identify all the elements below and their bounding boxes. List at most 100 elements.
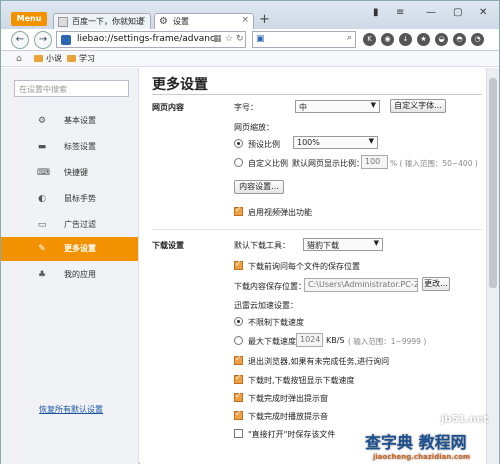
sidebar-item-label: 基本设置	[64, 116, 96, 125]
watermark: jb51.net	[441, 414, 488, 425]
sidebar-item-tabs[interactable]: ▬ 标签设置	[1, 135, 138, 159]
sidebar-item-apps[interactable]: ♣ 我的应用	[1, 263, 138, 287]
page-icon[interactable]: ▦	[213, 34, 222, 44]
popup-video-checkbox[interactable]	[234, 205, 243, 216]
tab-baidu[interactable]: 百度一下，你就知道 ×	[53, 13, 151, 29]
zoom-label: 网页缩放：	[234, 123, 274, 132]
custom-zoom-input[interactable]: 100	[361, 155, 388, 169]
select-value: 猎豹下载	[307, 241, 339, 250]
bookmarks-bar: ⌂ 小说 学习	[1, 51, 499, 67]
back-button[interactable]: ←	[11, 31, 29, 49]
done-sound-label: 下载完成时播放提示音	[248, 412, 328, 421]
more-icon[interactable]: ◔	[471, 33, 484, 46]
max-speed-radio[interactable]	[234, 336, 243, 345]
settings-content: 更多设置 网页内容 字号： 中 ▼ 自定义字体... 网页缩放： 预设比例 10…	[140, 68, 486, 464]
preset-zoom-label: 预设比例	[248, 140, 280, 149]
done-popup-checkbox[interactable]	[234, 391, 243, 402]
change-location-button[interactable]: 更改...	[422, 277, 450, 291]
scrollbar[interactable]	[486, 68, 499, 464]
sidebar-item-label: 鼠标手势	[64, 194, 96, 203]
search-icon[interactable]: ⌕	[347, 33, 352, 43]
sidebar-item-basic[interactable]: ⚙ 基本设置	[1, 109, 138, 133]
font-size-label: 字号：	[234, 103, 258, 112]
sidebar-item-adblock[interactable]: ▭ 广告过滤	[1, 213, 138, 237]
done-sound-checkbox[interactable]	[234, 409, 243, 420]
address-url: liebao://settings-frame/advanc	[77, 34, 215, 44]
settings-search-input[interactable]: 在设置中搜索	[14, 80, 129, 97]
scrollbar-thumb[interactable]	[489, 78, 497, 288]
divider	[152, 229, 482, 230]
download-tool-select[interactable]: 猎豹下载 ▼	[303, 238, 383, 251]
star-icon[interactable]: ★	[417, 33, 430, 46]
forward-button[interactable]: →	[34, 31, 52, 49]
show-speed-checkbox[interactable]	[234, 373, 243, 384]
section-download: 下载设置	[152, 241, 184, 250]
home-icon[interactable]: ⌂	[16, 54, 22, 64]
section-web-content: 网页内容	[152, 103, 184, 112]
menu-icon[interactable]: ≡	[396, 7, 404, 18]
download-icon[interactable]: ↓	[399, 33, 412, 46]
browser-window: Menu 百度一下，你就知道 × ⚙ 设置 × + ▮ ≡ — ▢ ✕ ← → …	[0, 0, 500, 464]
speed-heading: 迅雷云加速设置：	[234, 301, 298, 310]
exit-ask-checkbox[interactable]	[234, 354, 243, 365]
k-icon[interactable]: K	[363, 33, 376, 46]
tab-settings[interactable]: ⚙ 设置 ×	[154, 13, 254, 29]
watermark: jiaocheng.chazidian.com	[373, 453, 471, 461]
star-icon[interactable]: ☆	[225, 34, 233, 44]
sidebar-item-gestures[interactable]: ◐ 鼠标手势	[1, 187, 138, 211]
custom-font-button[interactable]: 自定义字体...	[390, 99, 446, 113]
max-speed-unit: KB/S	[326, 336, 345, 345]
apps-icon: ♣	[37, 270, 47, 280]
search-input[interactable]: ▣ ⌕	[252, 31, 356, 48]
close-window-icon[interactable]: ✕	[479, 7, 487, 18]
font-size-select[interactable]: 中 ▼	[295, 100, 380, 113]
preset-zoom-radio[interactable]	[234, 139, 243, 148]
menu-button[interactable]: Menu	[11, 12, 47, 26]
bookmark-folder[interactable]: 小说	[34, 53, 62, 64]
gear-icon: ⚙	[37, 116, 47, 126]
skin-icon[interactable]: ▮	[373, 7, 379, 18]
tab-icon: ▬	[37, 142, 47, 152]
settings-sidebar: 在设置中搜索 ⚙ 基本设置 ▬ 标签设置 ⌨ 快捷键 ◐ 鼠标手势 ▭ 广告过滤…	[1, 68, 139, 464]
gear-icon: ⚙	[159, 16, 168, 27]
close-icon[interactable]: ×	[138, 15, 146, 25]
direct-open-checkbox[interactable]	[234, 429, 243, 438]
cloud-icon[interactable]: ◓	[453, 33, 466, 46]
close-icon[interactable]: ×	[241, 15, 249, 25]
watermark: 查字典 教程网	[365, 433, 467, 452]
wrench-icon: ✎	[38, 244, 46, 254]
sidebar-item-label: 快捷键	[64, 168, 88, 177]
unlimited-speed-label: 不限制下载速度	[248, 318, 304, 327]
max-speed-label: 最大下载速度	[248, 337, 296, 346]
new-tab-button[interactable]: +	[259, 12, 270, 27]
minimize-icon[interactable]: —	[426, 7, 436, 18]
download-tool-label: 默认下载工具：	[234, 241, 290, 250]
preset-zoom-select[interactable]: 100% ▼	[293, 136, 378, 149]
select-value: 100%	[297, 138, 320, 147]
sidebar-item-label: 更多设置	[64, 244, 96, 253]
sidebar-item-shortcuts[interactable]: ⌨ 快捷键	[1, 161, 138, 185]
bookmark-folder[interactable]: 学习	[67, 53, 95, 64]
ask-location-checkbox[interactable]	[234, 259, 243, 270]
tab-label: 百度一下，你就知道	[72, 17, 144, 26]
content-settings-button[interactable]: 内容设置...	[234, 180, 284, 194]
ask-location-label: 下载前询问每个文件的保存位置	[248, 262, 360, 271]
tab-label: 设置	[173, 17, 189, 26]
maximize-icon[interactable]: ▢	[453, 7, 462, 18]
refresh-icon[interactable]: ↻	[236, 34, 244, 44]
game-icon[interactable]: ◒	[435, 33, 448, 46]
restore-defaults-link[interactable]: 恢复所有默认设置	[39, 404, 103, 415]
sidebar-item-more[interactable]: ✎ 更多设置	[1, 237, 138, 261]
page-title: 更多设置	[152, 77, 208, 93]
shield-icon[interactable]: ◉	[381, 33, 394, 46]
save-location-input[interactable]: C:\Users\Administrator.PC-2019(	[304, 278, 418, 292]
custom-zoom-desc: 默认网页显示比例：	[292, 159, 364, 168]
search-engine-icon[interactable]: ▣	[256, 34, 265, 44]
sidebar-item-label: 标签设置	[64, 142, 96, 151]
divider	[152, 94, 482, 95]
show-speed-label: 下载时,下载按钮显示下载速度	[248, 376, 355, 385]
unlimited-speed-radio[interactable]	[234, 317, 243, 326]
custom-zoom-radio[interactable]	[234, 158, 243, 167]
max-speed-input[interactable]: 1024	[296, 333, 323, 347]
chevron-down-icon: ▼	[370, 101, 376, 109]
